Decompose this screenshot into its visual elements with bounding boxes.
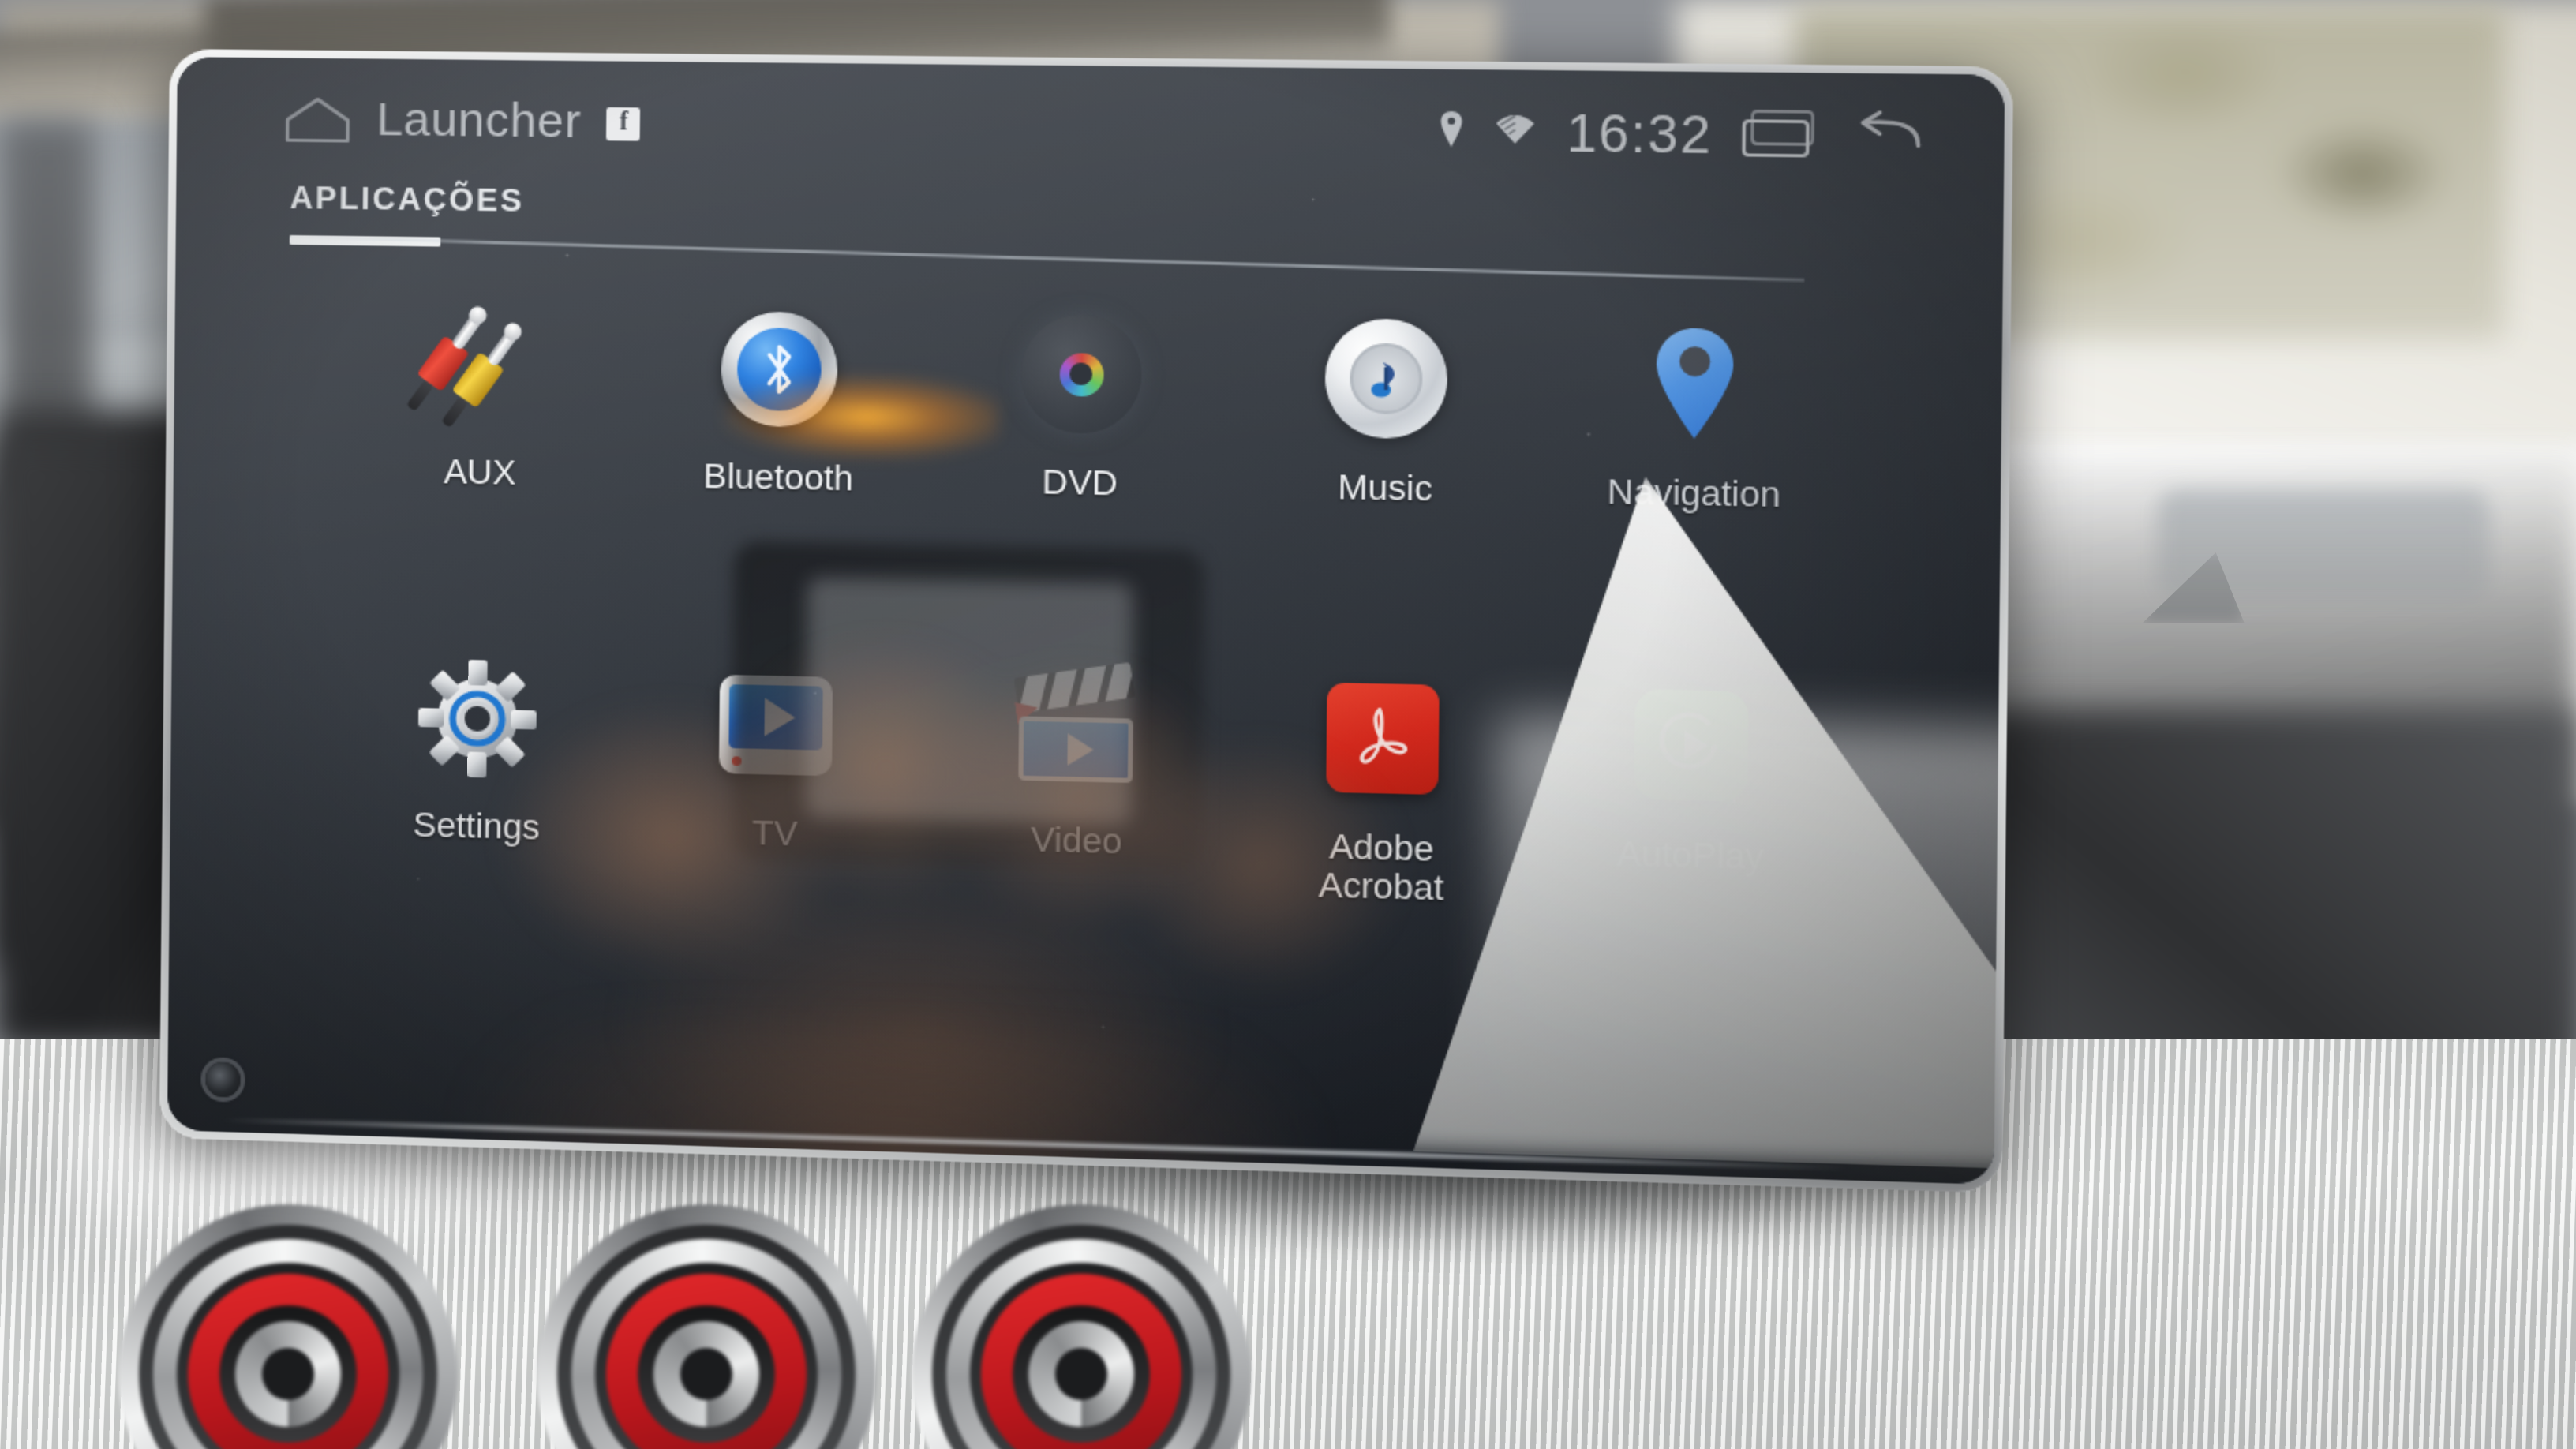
app-grid: AUX Bluetooth DVD Music Navigation Setti… (328, 290, 1851, 919)
screen-glass: Launcher f 16:32 APLICAÇÕES AUX Bluetoot… (167, 57, 2005, 1185)
app-tile-bluetooth[interactable]: Bluetooth (628, 294, 930, 500)
app-label: Navigation (1607, 471, 1781, 515)
app-tile-music[interactable]: Music (1232, 302, 1541, 511)
wifi-icon (1493, 112, 1538, 155)
app-label: AUX (443, 451, 516, 492)
app-row: Settings TV Video Adobe Acrobat AutoPlay (328, 642, 1848, 919)
app-label: Music (1337, 466, 1433, 509)
app-tile-autoplay[interactable]: AutoPlay (1535, 667, 1848, 919)
header-divider (289, 234, 1805, 283)
app-label: Bluetooth (702, 455, 854, 499)
app-tile-aux[interactable]: AUX (331, 290, 631, 496)
app-label: DVD (1042, 461, 1118, 504)
app-tile-tv[interactable]: TV (624, 648, 927, 897)
page-title: Launcher (376, 93, 582, 148)
launcher-screen[interactable]: Launcher f 16:32 APLICAÇÕES AUX Bluetoot… (167, 57, 2005, 1185)
aux-rca-plugs-icon (406, 290, 555, 439)
autoplay-icon (1614, 668, 1769, 821)
gear-icon (403, 643, 552, 792)
music-disc-icon (1309, 303, 1462, 454)
app-tile-settings[interactable]: Settings (328, 642, 627, 889)
recent-apps-icon[interactable] (1740, 106, 1818, 167)
clock: 16:32 (1566, 103, 1713, 165)
photo-scene: Launcher f 16:32 APLICAÇÕES AUX Bluetoot… (0, 0, 2576, 1449)
dvd-disc-icon (1005, 299, 1157, 449)
screen-bezel: Launcher f 16:32 APLICAÇÕES AUX Bluetoot… (159, 49, 2014, 1193)
back-arrow-icon[interactable] (1846, 108, 1924, 166)
tv-icon (701, 650, 851, 799)
home-title-group[interactable]: Launcher f (284, 93, 641, 151)
app-tile-navigation[interactable]: Navigation (1539, 306, 1852, 517)
facebook-badge-icon[interactable]: f (606, 106, 641, 140)
app-tile-video[interactable]: Video (925, 654, 1230, 904)
app-label: TV (751, 811, 798, 853)
adobe-acrobat-icon (1306, 662, 1459, 814)
app-label: Settings (413, 803, 541, 847)
app-label: AutoPlay (1616, 832, 1764, 877)
status-bar: Launcher f 16:32 (176, 57, 2005, 196)
home-icon[interactable] (284, 96, 351, 144)
clapperboard-icon (1002, 656, 1153, 807)
ambient-light-sensor (205, 1061, 241, 1098)
location-pin-icon (1439, 109, 1466, 156)
app-tile-adobe-acrobat[interactable]: Adobe Acrobat (1228, 661, 1537, 912)
app-tile-dvd[interactable]: DVD (928, 298, 1234, 507)
tab-aplicacoes[interactable]: APLICAÇÕES (290, 182, 524, 221)
infotainment-head-unit: Launcher f 16:32 APLICAÇÕES AUX Bluetoot… (159, 49, 2014, 1193)
app-label: Video (1030, 818, 1122, 861)
app-row: AUX Bluetooth DVD Music Navigation (331, 290, 1851, 517)
map-pin-icon (1617, 308, 1772, 459)
app-label: Adobe Acrobat (1318, 826, 1444, 909)
status-indicators: 16:32 (1439, 102, 1924, 169)
bluetooth-icon (705, 295, 855, 444)
